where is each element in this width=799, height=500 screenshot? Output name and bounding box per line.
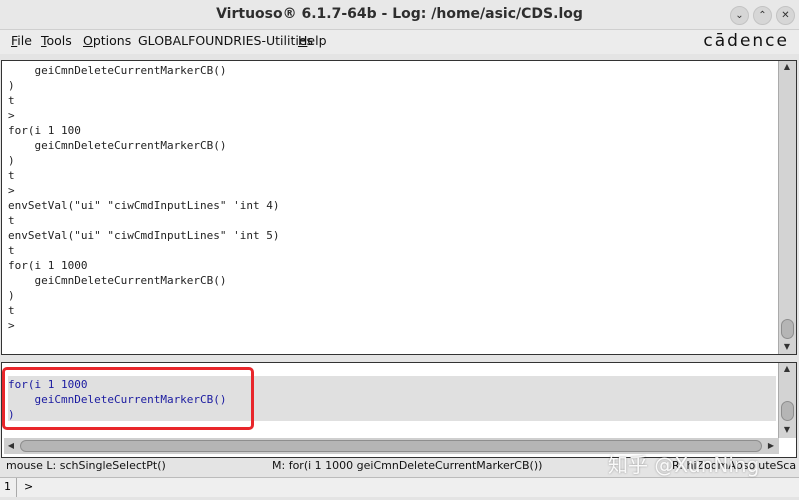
chevron-up-icon: ⌃ [758, 10, 767, 21]
chevron-down-icon: ⌄ [735, 10, 744, 21]
log-line: t [8, 169, 15, 182]
log-line: geiCmnDeleteCurrentMarkerCB() [8, 274, 227, 287]
menu-options-label: ptions [92, 33, 132, 48]
status-mouse-left: mouse L: schSingleSelectPt() [6, 459, 166, 472]
highlight-annotation-box [2, 367, 254, 430]
menu-bar: File Tools Options GLOBALFOUNDRIES-Utili… [0, 30, 799, 54]
log-vertical-scrollbar[interactable]: ▲ ▼ [778, 61, 796, 354]
log-line: envSetVal("ui" "ciwCmdInputLines" 'int 5… [8, 229, 280, 242]
scroll-left-arrow-icon[interactable]: ◀ [4, 441, 18, 450]
log-line: > [8, 319, 15, 332]
minimize-button[interactable]: ⌄ [730, 6, 749, 25]
scroll-up-arrow-icon[interactable]: ▲ [780, 62, 794, 71]
log-line: t [8, 94, 15, 107]
scroll-right-arrow-icon[interactable]: ▶ [764, 441, 778, 450]
watermark: 知乎 @XunNing [608, 453, 760, 477]
log-line: > [8, 184, 15, 197]
menu-globalfoundries-utilities[interactable]: GLOBALFOUNDRIES-Utilities [138, 33, 313, 48]
menu-help-mnemonic: H [298, 33, 308, 48]
menu-help-label: elp [307, 33, 327, 48]
status-mouse-middle: M: for(i 1 1000 geiCmnDeleteCurrentMarke… [272, 459, 543, 472]
close-button[interactable]: ✕ [776, 6, 795, 25]
menu-file-label: ile [17, 33, 32, 48]
log-output-pane[interactable]: geiCmnDeleteCurrentMarkerCB()) t > for(i 1 … [1, 60, 797, 355]
input-scroll-thumb[interactable] [781, 401, 794, 421]
log-line: geiCmnDeleteCurrentMarkerCB() [8, 139, 227, 152]
log-line: for(i 1 100 [8, 124, 81, 137]
log-line: t [8, 244, 15, 257]
cadence-logo: cādence [703, 31, 789, 51]
log-line: ) [8, 79, 15, 92]
log-line: ) [8, 154, 15, 167]
scroll-down-arrow-icon[interactable]: ▼ [780, 342, 794, 351]
command-divider [16, 478, 17, 497]
input-scroll-up-arrow-icon[interactable]: ▲ [780, 364, 794, 373]
log-line: > [8, 109, 15, 122]
input-scroll-down-arrow-icon[interactable]: ▼ [780, 425, 794, 434]
menu-options-mnemonic: O [83, 33, 93, 48]
command-line-bar[interactable]: 1 > [0, 477, 799, 497]
maximize-button[interactable]: ⌃ [753, 6, 772, 25]
title-bar: Virtuoso® 6.1.7-64b - Log: /home/asic/CD… [0, 0, 799, 30]
log-line: ) [8, 289, 15, 302]
log-line: geiCmnDeleteCurrentMarkerCB() [8, 64, 227, 77]
menu-help[interactable]: Help [298, 33, 327, 48]
menu-tools[interactable]: Tools [41, 33, 72, 48]
command-prompt: > [24, 480, 34, 493]
close-icon: ✕ [781, 10, 790, 21]
log-line: for(i 1 1000 [8, 259, 88, 272]
window-title: Virtuoso® 6.1.7-64b - Log: /home/asic/CD… [216, 6, 583, 22]
input-vertical-scrollbar[interactable]: ▲ ▼ [778, 363, 796, 438]
menu-file[interactable]: File [11, 33, 32, 48]
log-scroll-thumb[interactable] [781, 319, 794, 339]
log-line: t [8, 214, 15, 227]
menu-options[interactable]: Options [83, 33, 131, 48]
menu-tools-label: ools [46, 33, 72, 48]
command-number: 1 [4, 480, 11, 493]
log-lines: geiCmnDeleteCurrentMarkerCB()) t > for(i 1 … [8, 63, 280, 333]
log-line: envSetVal("ui" "ciwCmdInputLines" 'int 4… [8, 199, 280, 212]
log-line: t [8, 304, 15, 317]
